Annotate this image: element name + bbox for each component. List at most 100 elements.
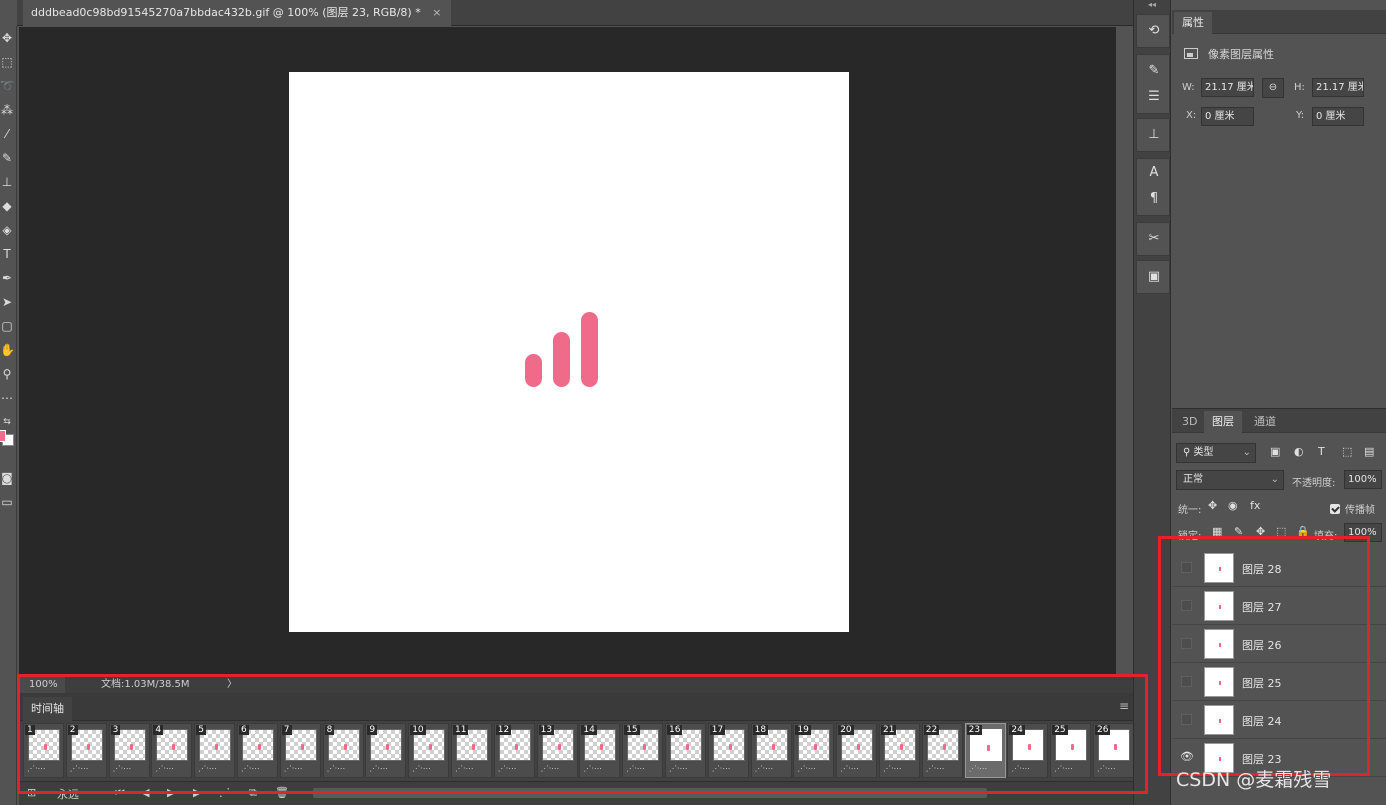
- adjust-icon[interactable]: ☰: [1146, 89, 1162, 105]
- frame-delay[interactable]: ⋰·⋯: [241, 764, 260, 773]
- zoom-tool-icon[interactable]: ⚲: [0, 366, 14, 382]
- frame-delay[interactable]: ⋰·⋯: [797, 764, 816, 773]
- timeline-frame[interactable]: 26 ⋰·⋯: [1093, 723, 1134, 778]
- frame-delay[interactable]: ⋰·⋯: [70, 764, 89, 773]
- canvas-area[interactable]: [19, 27, 1116, 677]
- timeline-frame[interactable]: 17 ⋰·⋯: [707, 723, 749, 778]
- convert-icon[interactable]: ⊞: [27, 786, 36, 799]
- smart-object-filter-icon[interactable]: ▤: [1364, 445, 1374, 458]
- type-tool-icon[interactable]: T: [0, 246, 14, 262]
- frame-delay[interactable]: ⋰·⋯: [284, 764, 303, 773]
- timeline-frame[interactable]: 25 ⋰·⋯: [1050, 723, 1092, 778]
- pixel-filter-icon[interactable]: ▣: [1270, 445, 1280, 458]
- unify-visibility-icon[interactable]: ◉: [1228, 499, 1238, 512]
- move-tool-icon[interactable]: ✥: [0, 30, 14, 46]
- layer-row[interactable]: 图层 24: [1172, 701, 1386, 739]
- brush-tool-icon[interactable]: ✎: [0, 150, 14, 166]
- layer-row[interactable]: 图层 26: [1172, 625, 1386, 663]
- timeline-frame[interactable]: 23 ⋰·⋯: [964, 723, 1006, 778]
- prev-frame-icon[interactable]: ◀: [141, 786, 149, 799]
- tab-timeline[interactable]: 时间轴: [23, 697, 72, 721]
- fill-field[interactable]: 100%: [1344, 523, 1382, 542]
- width-field[interactable]: 21.17 厘米: [1201, 78, 1254, 97]
- filter-kind-select[interactable]: ⚲ 类型 ⌄: [1176, 443, 1256, 463]
- frame-delay[interactable]: ⋰·⋯: [369, 764, 388, 773]
- timeline-frame[interactable]: 10 ⋰·⋯: [408, 723, 450, 778]
- timeline-frame[interactable]: 19 ⋰·⋯: [793, 723, 835, 778]
- zoom-level[interactable]: 100%: [19, 677, 65, 693]
- swap-colors-icon[interactable]: ⇆: [0, 414, 14, 430]
- frame-delay[interactable]: ⋰·⋯: [155, 764, 174, 773]
- clone-source-icon[interactable]: ⊥: [1146, 127, 1162, 143]
- type-filter-icon[interactable]: T: [1318, 445, 1325, 458]
- lock-transparency-icon[interactable]: ▦: [1212, 525, 1222, 538]
- delete-frame-icon[interactable]: 🗑: [275, 786, 289, 799]
- frame-delay[interactable]: ⋰·⋯: [455, 764, 474, 773]
- lock-all-icon[interactable]: 🔒: [1296, 525, 1310, 538]
- visibility-toggle[interactable]: [1181, 676, 1192, 687]
- loop-select[interactable]: 永远: [57, 786, 79, 802]
- path-select-tool-icon[interactable]: ➤: [0, 294, 14, 310]
- marquee-tool-icon[interactable]: ⬚: [0, 54, 14, 70]
- tab-channels[interactable]: 通道: [1246, 411, 1284, 433]
- visibility-toggle[interactable]: [1181, 562, 1192, 573]
- timeline-frame[interactable]: 21 ⋰·⋯: [879, 723, 920, 778]
- timeline-frame[interactable]: 16 ⋰·⋯: [665, 723, 706, 778]
- timeline-frame[interactable]: 24 ⋰·⋯: [1007, 723, 1049, 778]
- timeline-frame[interactable]: 13 ⋰·⋯: [536, 723, 578, 778]
- timeline-frame[interactable]: 11 ⋰·⋯: [451, 723, 492, 778]
- magic-wand-tool-icon[interactable]: ⁂: [0, 102, 14, 118]
- frame-delay[interactable]: ⋰·⋯: [541, 764, 560, 773]
- layer-row[interactable]: 图层 25: [1172, 663, 1386, 701]
- duplicate-frame-icon[interactable]: ⧉: [249, 786, 257, 800]
- paint-bucket-tool-icon[interactable]: ◈: [0, 222, 14, 238]
- timeline-frame[interactable]: 20 ⋰·⋯: [836, 723, 878, 778]
- height-field[interactable]: 21.17 厘米: [1312, 78, 1364, 97]
- close-icon[interactable]: ×: [432, 6, 441, 19]
- timeline-frame[interactable]: 4 ⋰·⋯: [151, 723, 193, 778]
- tab-layers[interactable]: 图层: [1204, 411, 1242, 433]
- frame-delay[interactable]: ⋰·⋯: [198, 764, 217, 773]
- layer-row[interactable]: 图层 27: [1172, 587, 1386, 625]
- blend-mode-select[interactable]: 正常 ⌄: [1176, 470, 1284, 490]
- first-frame-icon[interactable]: ⏮: [115, 786, 125, 800]
- frame-delay[interactable]: ⋰·⋯: [327, 764, 346, 773]
- timeline-frame[interactable]: 8 ⋰·⋯: [322, 723, 364, 778]
- frame-delay[interactable]: ⋰·⋯: [1097, 764, 1116, 773]
- shape-tool-icon[interactable]: ▢: [0, 318, 14, 334]
- lock-position-icon[interactable]: ✥: [1256, 525, 1265, 538]
- timeline-frame[interactable]: 9 ⋰·⋯: [365, 723, 407, 778]
- unify-position-icon[interactable]: ✥: [1208, 499, 1217, 512]
- more-tools-icon[interactable]: ⋯: [0, 390, 14, 406]
- status-arrow-icon[interactable]: 〉: [227, 677, 237, 693]
- timeline-frame[interactable]: 14 ⋰·⋯: [579, 723, 621, 778]
- timeline-frame[interactable]: 5 ⋰·⋯: [194, 723, 236, 778]
- frame-delay[interactable]: ⋰·⋯: [669, 764, 688, 773]
- paragraph-icon[interactable]: ¶: [1146, 191, 1162, 207]
- frame-delay[interactable]: ⋰·⋯: [1054, 764, 1073, 773]
- frame-delay[interactable]: ⋰·⋯: [712, 764, 731, 773]
- timeline-frame[interactable]: 7 ⋰·⋯: [279, 723, 321, 778]
- timeline-frame[interactable]: 6 ⋰·⋯: [237, 723, 278, 778]
- collapse-dock-icon[interactable]: ◂◂: [1133, 0, 1171, 10]
- stamp-tool-icon[interactable]: ⊥: [0, 174, 14, 190]
- eyedropper-tool-icon[interactable]: ⁄: [0, 126, 14, 142]
- unify-style-icon[interactable]: fx: [1250, 499, 1260, 512]
- timeline-frame[interactable]: 1 ⋰·⋯: [23, 723, 64, 778]
- next-frame-icon[interactable]: ▶: [193, 786, 201, 799]
- frame-delay[interactable]: ⋰·⋯: [840, 764, 859, 773]
- frame-delay[interactable]: ⋰·⋯: [926, 764, 945, 773]
- layer-comps-icon[interactable]: ▣: [1146, 269, 1162, 285]
- y-field[interactable]: 0 厘米: [1312, 107, 1364, 126]
- frame-delay[interactable]: ⋰·⋯: [883, 764, 902, 773]
- frame-delay[interactable]: ⋰·⋯: [755, 764, 774, 773]
- layer-row[interactable]: 图层 28: [1172, 549, 1386, 587]
- character-icon[interactable]: A: [1146, 165, 1162, 181]
- tab-properties[interactable]: 属性: [1174, 12, 1212, 34]
- timeline-frame[interactable]: 22 ⋰·⋯: [921, 723, 963, 778]
- foreground-color-swatch[interactable]: [0, 430, 6, 442]
- frame-delay[interactable]: ⋰·⋯: [412, 764, 431, 773]
- opacity-field[interactable]: 100%: [1344, 470, 1382, 489]
- lock-artboard-icon[interactable]: ⬚: [1276, 525, 1286, 538]
- panel-menu-icon[interactable]: ≡: [1119, 699, 1129, 713]
